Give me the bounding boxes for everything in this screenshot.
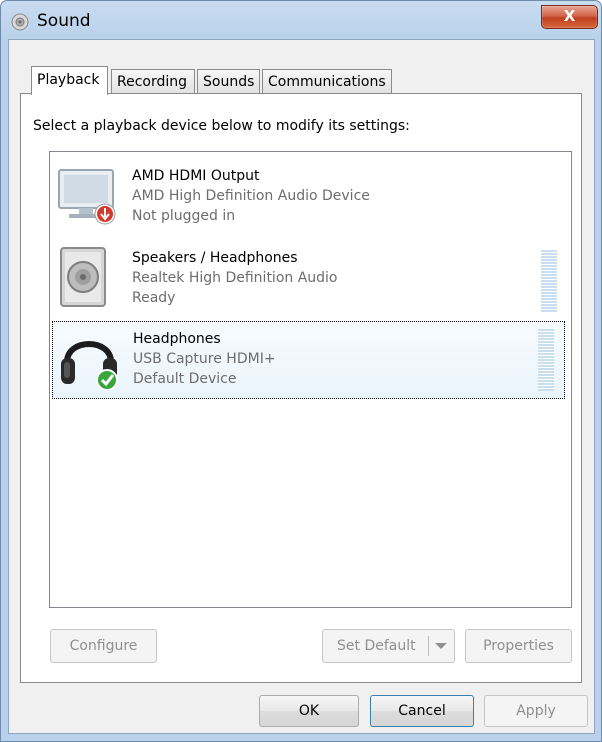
tab-playback[interactable]: Playback [31, 66, 108, 95]
tab-sounds[interactable]: Sounds [197, 69, 260, 93]
tab-recording[interactable]: Recording [111, 69, 195, 93]
volume-meter [538, 329, 554, 391]
playback-instruction: Select a playback device below to modify… [33, 118, 410, 134]
device-driver: USB Capture HDMI+ [133, 351, 276, 367]
device-item-headphones[interactable]: Headphones USB Capture HDMI+ Default Dev… [52, 321, 565, 399]
speaker-title-icon [11, 13, 29, 31]
ok-button[interactable]: OK [259, 695, 359, 727]
window-title: Sound [37, 11, 91, 31]
default-checkmark-icon [96, 369, 118, 390]
unplugged-badge-icon [94, 203, 116, 225]
device-text: AMD HDMI Output AMD High Definition Audi… [132, 166, 370, 226]
device-text: Headphones USB Capture HDMI+ Default Dev… [133, 329, 276, 389]
device-status: Default Device [133, 371, 237, 387]
split-separator [428, 636, 429, 656]
device-driver: Realtek High Definition Audio [132, 270, 338, 286]
device-status: Ready [132, 290, 176, 306]
title-bar[interactable]: Sound X [1, 1, 601, 41]
headphones-icon [61, 341, 118, 390]
tab-communications[interactable]: Communications [262, 69, 392, 93]
configure-button[interactable]: Configure [50, 629, 157, 663]
volume-meter [541, 250, 557, 312]
device-item-amd-hdmi[interactable]: AMD HDMI Output AMD High Definition Audi… [51, 158, 569, 236]
cancel-button[interactable]: Cancel [370, 695, 474, 727]
chevron-down-icon[interactable] [435, 643, 447, 649]
speaker-icon [60, 247, 106, 307]
device-name: AMD HDMI Output [132, 168, 260, 184]
device-status: Not plugged in [132, 208, 236, 224]
device-name: Headphones [133, 331, 221, 347]
device-driver: AMD High Definition Audio Device [132, 188, 370, 204]
device-text: Speakers / Headphones Realtek High Defin… [132, 248, 338, 308]
device-item-speakers[interactable]: Speakers / Headphones Realtek High Defin… [51, 240, 569, 318]
apply-button[interactable]: Apply [484, 695, 588, 727]
device-name: Speakers / Headphones [132, 250, 298, 266]
close-button[interactable]: X [541, 5, 598, 29]
set-default-label: Set Default [337, 638, 416, 654]
set-default-button[interactable]: Set Default [322, 629, 455, 663]
properties-button[interactable]: Properties [465, 629, 572, 663]
monitor-icon [58, 169, 116, 225]
